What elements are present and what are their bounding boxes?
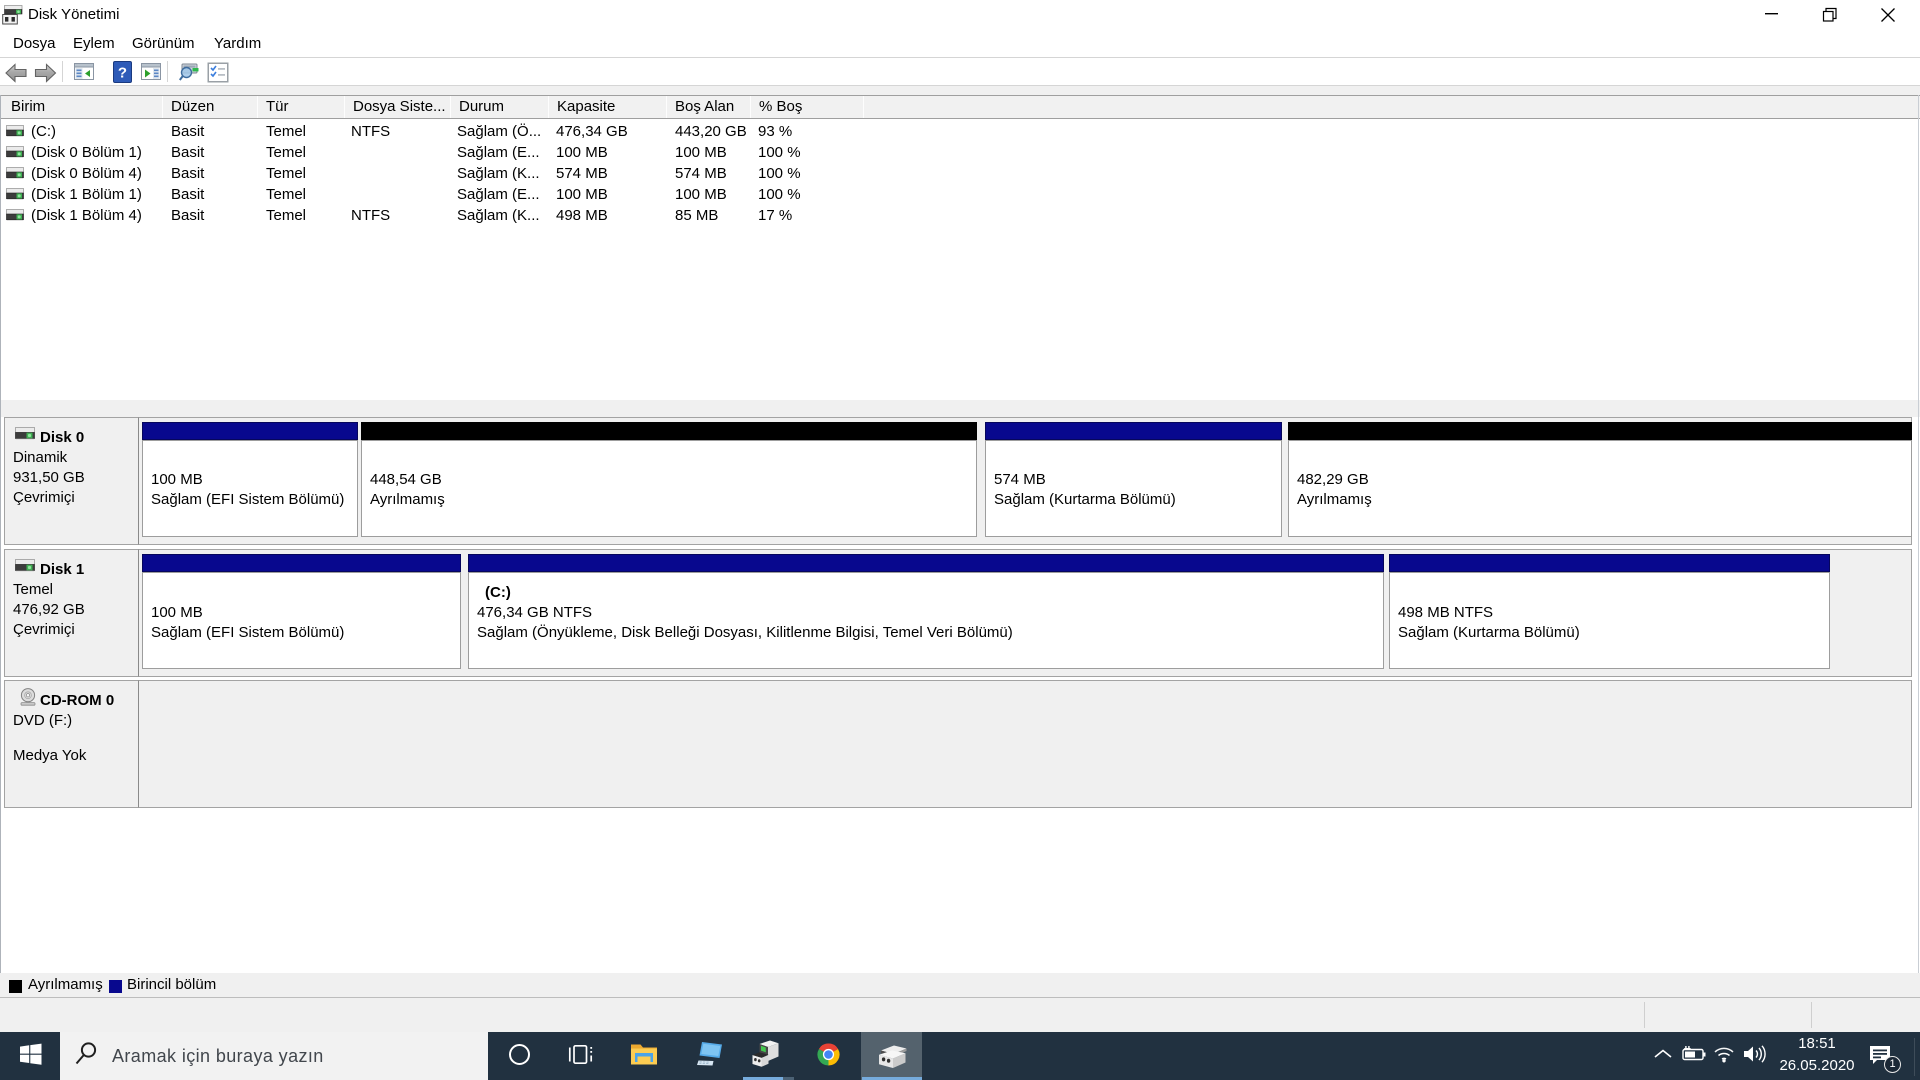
svg-text:?: ? xyxy=(118,65,127,82)
